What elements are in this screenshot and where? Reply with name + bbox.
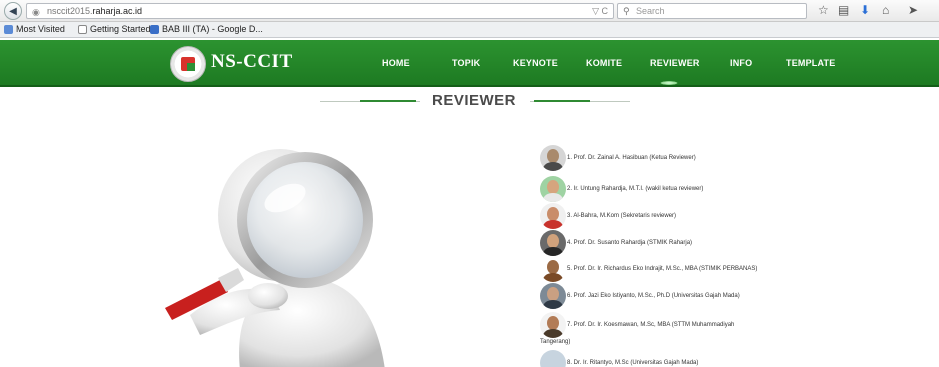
reviewer-item: 3. Al-Bahra, M.Kom (Sekretaris reviewer): [540, 203, 860, 229]
send-icon[interactable]: ➤: [908, 3, 918, 17]
bookmark-most-visited[interactable]: Most Visited: [4, 22, 65, 37]
reviewer-item: 6. Prof. Jazi Eko Istiyanto, M.Sc., Ph.D…: [540, 283, 860, 309]
url-prefix: nsccit2015.: [47, 6, 93, 16]
magnifier-person-illustration: [165, 149, 385, 367]
reviewer-item: 7. Prof. Dr. Ir. Koesmawan, M.Sc, MBA (S…: [540, 312, 860, 338]
reviewer-item: 4. Prof. Dr. Susanto Rahardja (STMIK Rah…: [540, 230, 860, 256]
bookmark-label: Getting Started: [90, 24, 151, 34]
search-icon: ⚲: [623, 6, 630, 16]
figure-hand: [248, 283, 288, 309]
nav-home[interactable]: HOME: [382, 58, 410, 68]
heading-accent-right: [534, 100, 590, 102]
download-icon[interactable]: ⬇: [860, 3, 870, 17]
avatar: [540, 256, 566, 282]
bookmark-folder-icon: [4, 25, 13, 34]
reading-list-icon[interactable]: ▤: [838, 3, 849, 17]
reviewer-name: 1. Prof. Dr. Zainal A. Hasibuan (Ketua R…: [567, 155, 696, 161]
browser-toolbar: ◀ ◉ nsccit2015.raharja.ac.id ▽ C ⚲ Searc…: [0, 0, 939, 22]
nav-topik[interactable]: TOPIK: [452, 58, 480, 68]
globe-icon: ◉: [32, 7, 40, 17]
seal-emblem-accent: [187, 63, 195, 71]
reviewer-item: 2. Ir. Untung Rahardja, M.T.I. (wakil ke…: [540, 176, 860, 202]
university-seal-logo[interactable]: [170, 46, 206, 82]
reviewer-name: 4. Prof. Dr. Susanto Rahardja (STMIK Rah…: [567, 240, 693, 246]
reviewer-name: 7. Prof. Dr. Ir. Koesmawan, M.Sc, MBA (S…: [567, 322, 735, 328]
nav-info[interactable]: INFO: [730, 58, 752, 68]
reviewer-name: 5. Prof. Dr. Ir. Richardus Eko Indrajit,…: [567, 266, 758, 272]
site-brand[interactable]: NS-CCIT: [211, 51, 293, 73]
avatar: [540, 176, 566, 202]
nav-keynote[interactable]: KEYNOTE: [513, 58, 558, 68]
bookmark-label: Most Visited: [16, 24, 65, 34]
page-icon: [78, 25, 87, 34]
nav-template[interactable]: TEMPLATE: [786, 58, 835, 68]
reload-icon[interactable]: ▽ C: [592, 4, 608, 18]
reviewer-item: 5. Prof. Dr. Ir. Richardus Eko Indrajit,…: [540, 256, 860, 282]
search-placeholder: Search: [636, 6, 665, 16]
reviewer-item: 8. Dr. Ir. Ritantyo, M.Sc (Universitas G…: [540, 350, 860, 367]
avatar: [540, 283, 566, 309]
search-input[interactable]: ⚲ Search: [617, 3, 807, 19]
reviewer-name: 8. Dr. Ir. Ritantyo, M.Sc (Universitas G…: [567, 360, 699, 366]
back-button[interactable]: ◀: [4, 2, 22, 20]
avatar: [540, 203, 566, 229]
bookmarks-bar: Most Visited Getting Started BAB III (TA…: [0, 22, 939, 38]
bookmark-label: BAB III (TA) - Google D...: [162, 24, 263, 34]
bookmark-star-icon[interactable]: ☆: [818, 3, 829, 17]
site-navbar: NS-CCIT HOME TOPIK KEYNOTE KOMITE REVIEW…: [0, 40, 939, 87]
heading-accent-left: [360, 100, 416, 102]
avatar: [540, 230, 566, 256]
docs-icon: [150, 25, 159, 34]
reviewer-name: 6. Prof. Jazi Eko Istiyanto, M.Sc., Ph.D…: [567, 293, 740, 299]
avatar: [540, 312, 566, 338]
arrow-left-icon: ◀: [9, 5, 17, 17]
nav-komite[interactable]: KOMITE: [586, 58, 622, 68]
page-title: REVIEWER: [432, 92, 517, 109]
bookmark-getting-started[interactable]: Getting Started: [78, 22, 151, 37]
avatar: [540, 350, 566, 367]
magnifier-lens: [247, 162, 363, 278]
reviewer-item: 1. Prof. Dr. Zainal A. Hasibuan (Ketua R…: [540, 145, 860, 171]
reviewer-name: 3. Al-Bahra, M.Kom (Sekretaris reviewer): [567, 213, 677, 219]
active-nav-indicator: [660, 81, 678, 85]
nav-reviewer[interactable]: REVIEWER: [650, 58, 700, 68]
bookmark-bab-iii[interactable]: BAB III (TA) - Google D...: [150, 22, 263, 37]
reviewer-name-continued: Tangerang): [540, 339, 571, 345]
avatar: [540, 145, 566, 171]
address-bar[interactable]: ◉ nsccit2015.raharja.ac.id ▽ C: [26, 3, 614, 19]
reviewer-name: 2. Ir. Untung Rahardja, M.T.I. (wakil ke…: [567, 186, 704, 192]
home-icon[interactable]: ⌂: [882, 3, 889, 17]
url-domain: raharja.ac.id: [92, 6, 143, 16]
